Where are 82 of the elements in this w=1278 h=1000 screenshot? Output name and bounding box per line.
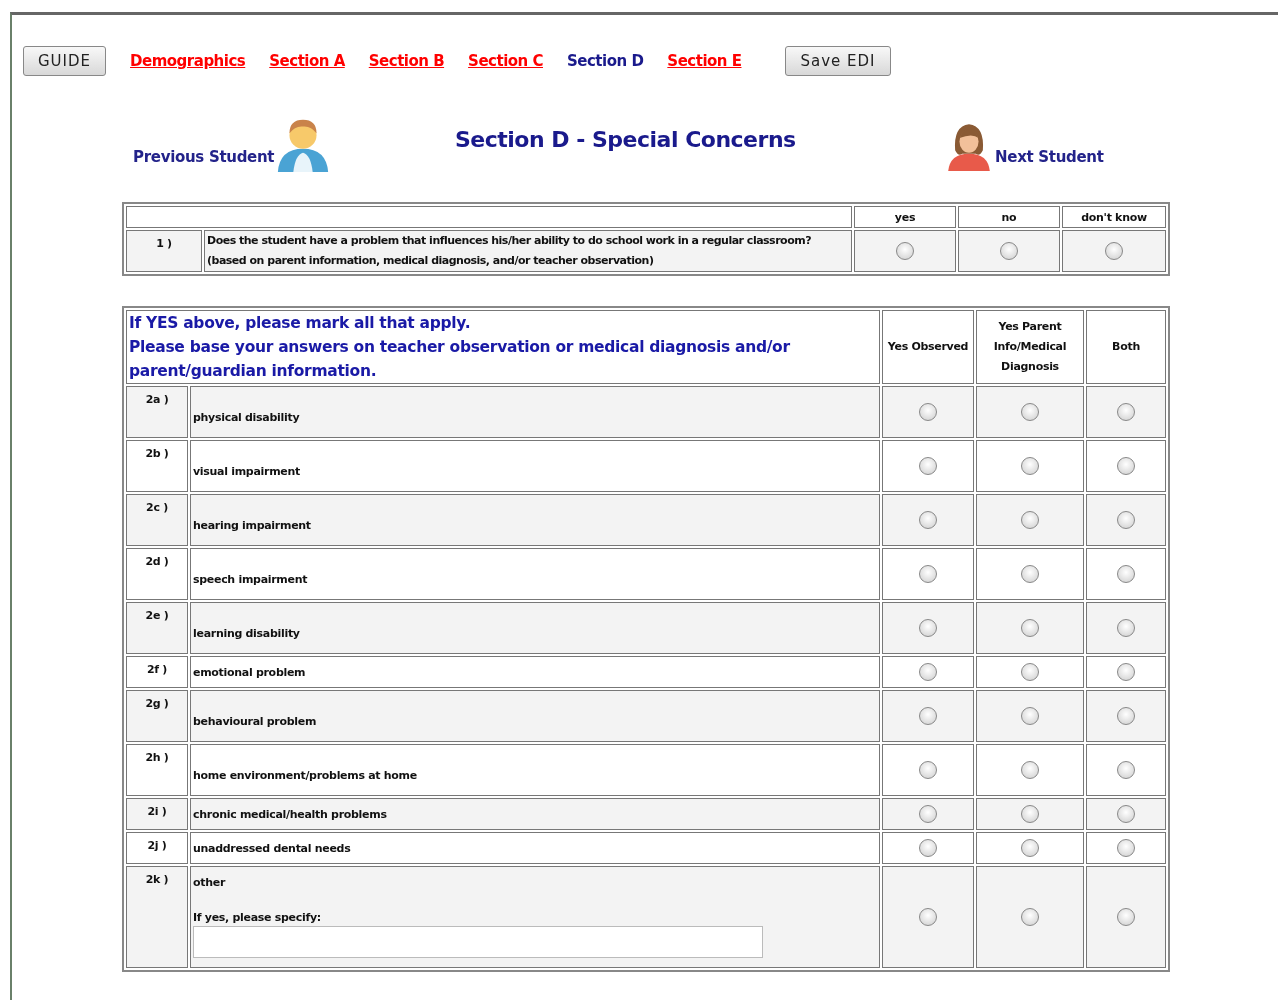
radio-button[interactable] xyxy=(1117,619,1135,637)
question-number: 1 ) xyxy=(126,230,202,272)
section-link[interactable]: Section A xyxy=(269,52,345,70)
radio-button[interactable] xyxy=(1021,761,1039,779)
question-number: 2f ) xyxy=(126,656,188,688)
radio-button[interactable] xyxy=(919,805,937,823)
radio-button[interactable] xyxy=(919,403,937,421)
column-header: don't know xyxy=(1062,206,1166,228)
question-label: chronic medical/health problems xyxy=(193,807,387,821)
radio-button[interactable] xyxy=(1117,908,1135,926)
column-header: Both xyxy=(1086,310,1166,384)
question-label: unaddressed dental needs xyxy=(193,841,351,855)
save-button[interactable]: Save EDI xyxy=(785,46,891,76)
question-label: visual impairment xyxy=(193,463,301,478)
question-number: 2i ) xyxy=(126,798,188,830)
radio-button[interactable] xyxy=(1117,707,1135,725)
question-label: home environment/problems at home xyxy=(193,767,418,782)
question-text: Does the student have a problem that influences his/her ability to do school work in a regular classroom? xyxy=(207,233,813,249)
question-number: 2j ) xyxy=(126,832,188,864)
specify-input-field[interactable] xyxy=(193,926,763,958)
radio-button[interactable] xyxy=(896,242,914,260)
guide-button[interactable]: GUIDE xyxy=(23,46,107,76)
section-link[interactable]: Section C xyxy=(468,52,543,70)
radio-button[interactable] xyxy=(1105,242,1123,260)
column-header: yes xyxy=(854,206,956,228)
radio-button[interactable] xyxy=(1117,565,1135,583)
question-label: speech impairment xyxy=(193,571,309,586)
question-number: 2d ) xyxy=(126,548,188,600)
question-number: 2e ) xyxy=(126,602,188,654)
radio-button[interactable] xyxy=(1117,761,1135,779)
radio-button[interactable] xyxy=(1021,805,1039,823)
question-label: behavioural problem xyxy=(193,713,318,728)
next-student-link[interactable]: Next Student xyxy=(995,148,1104,172)
specify-label: If yes, please specify: xyxy=(193,911,322,924)
radio-button[interactable] xyxy=(1117,663,1135,681)
section-link[interactable]: Section E xyxy=(667,52,742,70)
radio-button[interactable] xyxy=(1021,619,1039,637)
question-label: learning disability xyxy=(193,625,301,640)
section-link[interactable]: Section D xyxy=(567,52,644,70)
instruction-text: If YES above, please mark all that apply. xyxy=(129,313,472,334)
section-link[interactable]: Demographics xyxy=(130,52,246,70)
radio-button[interactable] xyxy=(919,761,937,779)
radio-button[interactable] xyxy=(1021,707,1039,725)
question-label: emotional problem xyxy=(193,665,306,679)
radio-button[interactable] xyxy=(1021,839,1039,857)
column-header: Yes Observed xyxy=(882,310,974,384)
radio-button[interactable] xyxy=(1021,663,1039,681)
radio-button[interactable] xyxy=(1021,403,1039,421)
radio-button[interactable] xyxy=(1117,403,1135,421)
radio-button[interactable] xyxy=(1117,511,1135,529)
radio-button[interactable] xyxy=(919,619,937,637)
radio-button[interactable] xyxy=(919,839,937,857)
radio-button[interactable] xyxy=(1117,839,1135,857)
radio-button[interactable] xyxy=(1117,457,1135,475)
question-label: physical disability xyxy=(193,409,301,424)
radio-button[interactable] xyxy=(1021,908,1039,926)
radio-button[interactable] xyxy=(919,707,937,725)
instruction-text: Please base your answers on teacher observation or medical diagnosis and/or parent/guardian information. xyxy=(129,337,791,382)
question-number: 2c ) xyxy=(126,494,188,546)
radio-button[interactable] xyxy=(1021,511,1039,529)
radio-button[interactable] xyxy=(919,663,937,681)
question-number: 2a ) xyxy=(126,386,188,438)
question-text: (based on parent information, medical diagnosis, and/or teacher observation) xyxy=(207,253,655,269)
question-label: other xyxy=(193,876,227,889)
radio-button[interactable] xyxy=(919,511,937,529)
radio-button[interactable] xyxy=(1021,457,1039,475)
radio-button[interactable] xyxy=(1021,565,1039,583)
question-number: 2h ) xyxy=(126,744,188,796)
question-number: 2g ) xyxy=(126,690,188,742)
question-label: hearing impairment xyxy=(193,517,312,532)
radio-button[interactable] xyxy=(919,565,937,583)
radio-button[interactable] xyxy=(1000,242,1018,260)
column-header: no xyxy=(958,206,1060,228)
previous-student-link[interactable]: Previous Student xyxy=(133,148,275,172)
column-header: Yes Parent Info/Medical Diagnosis xyxy=(976,310,1084,384)
radio-button[interactable] xyxy=(1117,805,1135,823)
page-title: Section D - Special Concerns xyxy=(455,127,797,154)
question-number: 2k ) xyxy=(126,866,188,968)
section-link[interactable]: Section B xyxy=(368,52,445,70)
question-number: 2b ) xyxy=(126,440,188,492)
radio-button[interactable] xyxy=(919,457,937,475)
radio-button[interactable] xyxy=(919,908,937,926)
